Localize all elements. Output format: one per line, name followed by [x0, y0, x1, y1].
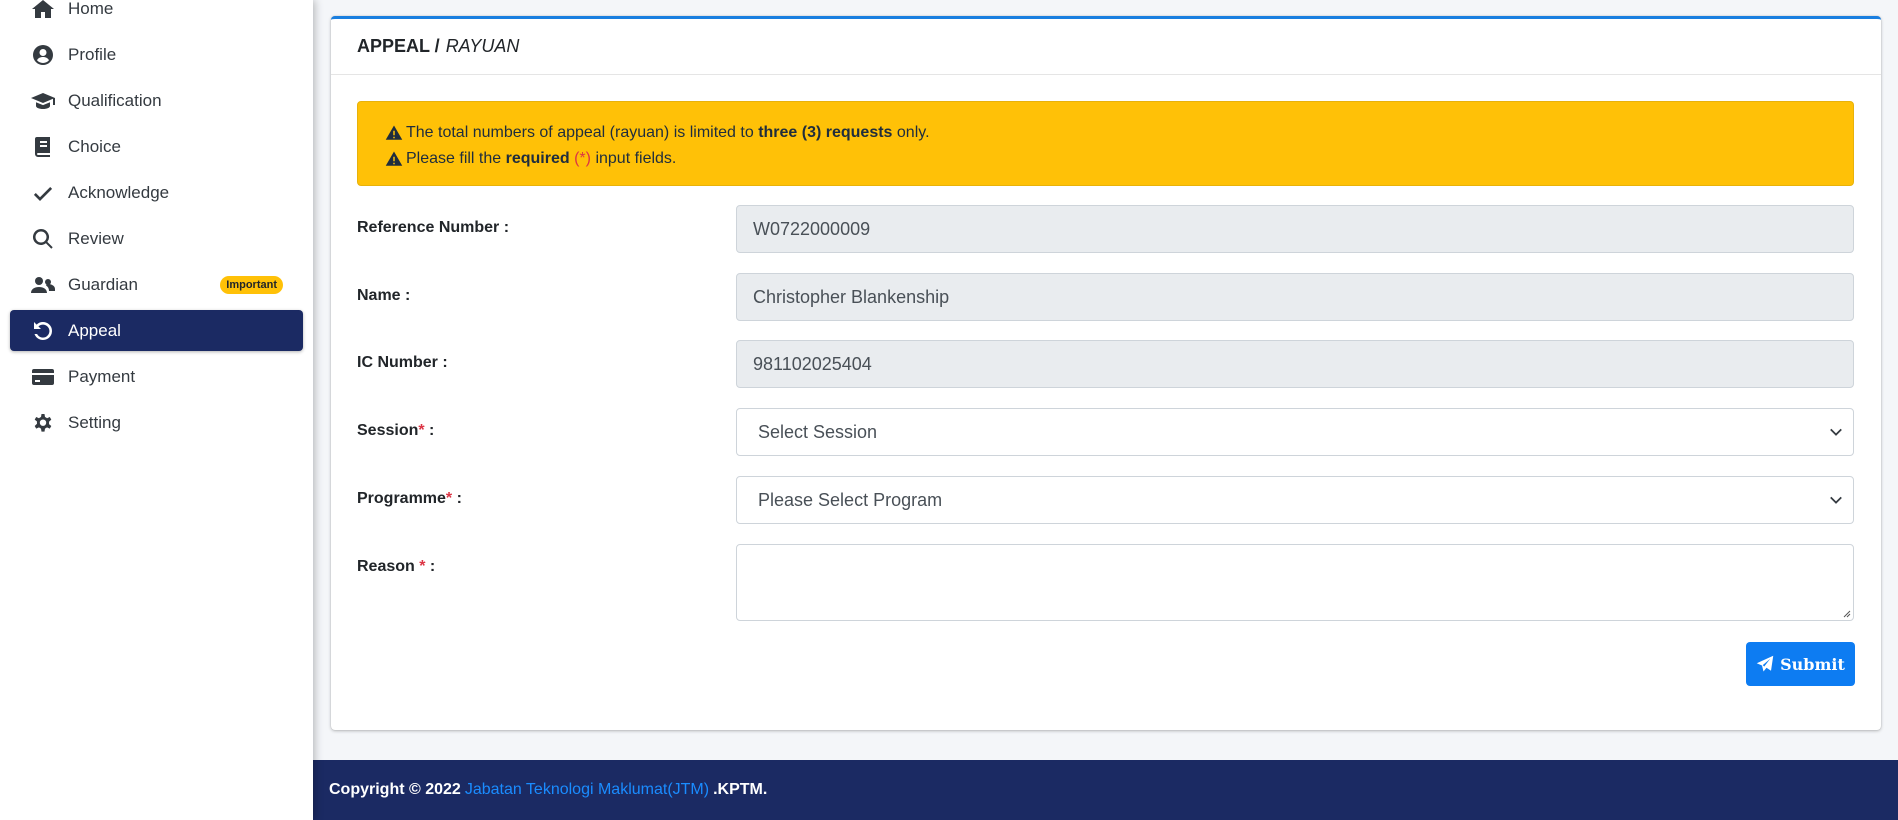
gear-icon: [30, 410, 56, 436]
alert-bold-text: three (3) requests: [758, 124, 893, 141]
alert-text: The total numbers of appeal (rayuan) is …: [406, 124, 754, 141]
warning-triangle-icon: [385, 151, 403, 166]
programme-selected-value: Please Select Program: [758, 489, 943, 510]
sidebar-item-label: Choice: [68, 136, 121, 156]
search-icon: [30, 226, 56, 252]
session-label-text: Session: [357, 422, 419, 439]
alert-text: input fields.: [595, 150, 677, 167]
ic-label: IC Number :: [357, 354, 448, 371]
reference-label: Reference Number :: [357, 219, 510, 236]
copyright-text: Copyright © 2022: [329, 781, 461, 798]
sidebar-item-appeal[interactable]: Appeal: [10, 310, 303, 351]
sidebar-item-choice[interactable]: Choice: [10, 126, 303, 167]
label-colon: :: [424, 422, 435, 439]
sidebar-item-label: Acknowledge: [68, 182, 170, 202]
card-header: APPEAL / RAYUAN: [331, 19, 1881, 75]
ic-input[interactable]: 981102025404: [736, 340, 1854, 388]
alert-text: Please fill the: [406, 150, 502, 167]
sidebar-item-guardian[interactable]: Guardian Important: [10, 264, 303, 305]
sidebar-nav: Home Profile Qualification Choice Acknow…: [0, 0, 313, 443]
sidebar-item-label: Qualification: [68, 90, 162, 110]
sidebar-item-label: Profile: [68, 44, 117, 64]
alert-line-2: Please fill the required (*) input field…: [384, 146, 1827, 172]
footer: Copyright © 2022 Jabatan Teknologi Maklu…: [313, 760, 1898, 820]
programme-label: Programme* :: [357, 490, 462, 508]
label-colon: :: [452, 490, 462, 507]
reason-textarea[interactable]: [736, 544, 1854, 621]
book-icon: [30, 134, 56, 160]
sidebar-item-label: Guardian: [68, 274, 138, 294]
user-circle-icon: [30, 42, 56, 68]
warning-triangle-icon: [385, 125, 403, 140]
credit-card-icon: [30, 364, 56, 390]
sidebar-item-profile[interactable]: Profile: [10, 34, 303, 75]
alert-text: only.: [896, 124, 930, 141]
sidebar-item-acknowledge[interactable]: Acknowledge: [10, 172, 303, 213]
reference-input[interactable]: W0722000009: [736, 205, 1854, 253]
name-label: Name :: [357, 287, 411, 304]
graduation-cap-icon: [30, 88, 56, 114]
important-badge: Important: [220, 276, 283, 294]
programme-label-text: Programme: [357, 490, 446, 507]
reason-label: Reason * :: [357, 558, 435, 576]
chevron-down-icon: [1830, 496, 1842, 504]
sidebar-item-review[interactable]: Review: [10, 218, 303, 259]
home-icon: [30, 0, 56, 22]
footer-suffix: .KPTM.: [713, 781, 768, 798]
chevron-down-icon: [1830, 428, 1842, 436]
submit-label: Submit: [1780, 654, 1845, 674]
sidebar-item-setting[interactable]: Setting: [10, 402, 303, 443]
session-selected-value: Select Session: [758, 421, 878, 442]
label-colon: :: [425, 558, 436, 575]
sidebar-item-home[interactable]: Home: [10, 0, 303, 29]
reason-label-text: Reason: [357, 558, 415, 575]
page-title: APPEAL /: [357, 36, 440, 56]
name-input[interactable]: Christopher Blankenship: [736, 273, 1854, 321]
alert-line-1: The total numbers of appeal (rayuan) is …: [384, 120, 1827, 146]
programme-select[interactable]: Please Select Program: [736, 476, 1854, 524]
appeal-card: APPEAL / RAYUAN The total numbers of app…: [331, 16, 1881, 730]
paper-plane-icon: [1756, 655, 1774, 672]
check-icon: [30, 180, 56, 206]
sidebar-item-label: Home: [68, 0, 114, 18]
sidebar-item-label: Setting: [68, 412, 121, 432]
session-label: Session* :: [357, 422, 434, 440]
sidebar: Home Profile Qualification Choice Acknow…: [0, 0, 313, 820]
sidebar-item-label: Review: [68, 228, 124, 248]
sidebar-item-label: Payment: [68, 366, 136, 386]
sidebar-item-payment[interactable]: Payment: [10, 356, 303, 397]
footer-link[interactable]: Jabatan Teknologi Maklumat(JTM): [465, 781, 709, 799]
warning-alert: The total numbers of appeal (rayuan) is …: [357, 101, 1854, 186]
undo-icon: [30, 318, 56, 344]
sidebar-item-label: Appeal: [68, 320, 121, 340]
sidebar-item-qualification[interactable]: Qualification: [10, 80, 303, 121]
alert-bold-text: required: [505, 150, 570, 167]
session-select[interactable]: Select Session: [736, 408, 1854, 456]
submit-button[interactable]: Submit: [1746, 642, 1855, 686]
users-icon: [30, 272, 56, 298]
resize-grip-icon[interactable]: [1841, 608, 1851, 618]
page-title-italic: RAYUAN: [445, 36, 520, 56]
required-marker: (*): [574, 150, 591, 167]
